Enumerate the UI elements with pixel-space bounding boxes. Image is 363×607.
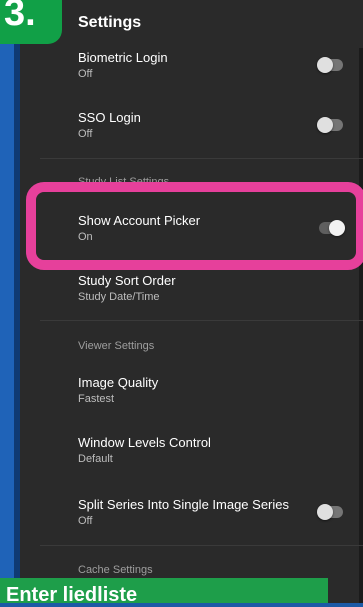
phone-screen: Settings Biometric Login Off SSO Login O… — [20, 0, 363, 603]
setting-image-quality[interactable]: Image Quality Fastest — [20, 370, 363, 420]
setting-split-series[interactable]: Split Series Into Single Image Series Of… — [20, 492, 363, 542]
section-header-viewer: Viewer Settings — [78, 340, 155, 352]
setting-sso-login[interactable]: SSO Login Off — [20, 106, 363, 156]
toggle-knob — [317, 117, 333, 133]
background-stripe — [0, 0, 14, 603]
setting-title: Window Levels Control — [78, 435, 211, 450]
sso-login-toggle[interactable] — [317, 117, 343, 133]
setting-value: Off — [78, 68, 93, 80]
divider — [40, 158, 363, 159]
caption-text: Enter liedliste — [6, 584, 138, 606]
toggle-knob — [317, 504, 333, 520]
highlight-callout — [26, 182, 363, 270]
caption-banner: Enter liedliste — [0, 578, 328, 606]
setting-study-sort-order[interactable]: Study Sort Order Study Date/Time — [20, 268, 363, 318]
setting-title: Study Sort Order — [78, 273, 176, 288]
setting-value: Off — [78, 515, 93, 527]
divider — [40, 320, 363, 321]
divider — [40, 545, 363, 546]
step-badge: 3. — [0, 0, 62, 44]
setting-window-levels-control[interactable]: Window Levels Control Default — [20, 430, 363, 480]
setting-value: Off — [78, 128, 93, 140]
split-series-toggle[interactable] — [317, 504, 343, 520]
setting-biometric-login[interactable]: Biometric Login Off — [20, 48, 363, 106]
step-number: 3. — [4, 0, 36, 34]
setting-value: Default — [78, 453, 113, 465]
setting-title: SSO Login — [78, 110, 141, 125]
page-title: Settings — [78, 14, 142, 31]
setting-title: Image Quality — [78, 375, 159, 390]
setting-title: Biometric Login — [78, 50, 168, 65]
app-bar: Settings — [20, 0, 363, 48]
setting-value: Study Date/Time — [78, 291, 160, 303]
section-header-cache: Cache Settings — [78, 564, 153, 576]
toggle-knob — [317, 57, 333, 73]
biometric-login-toggle[interactable] — [317, 57, 343, 73]
setting-value: Fastest — [78, 393, 115, 405]
setting-title: Split Series Into Single Image Series — [78, 497, 289, 512]
